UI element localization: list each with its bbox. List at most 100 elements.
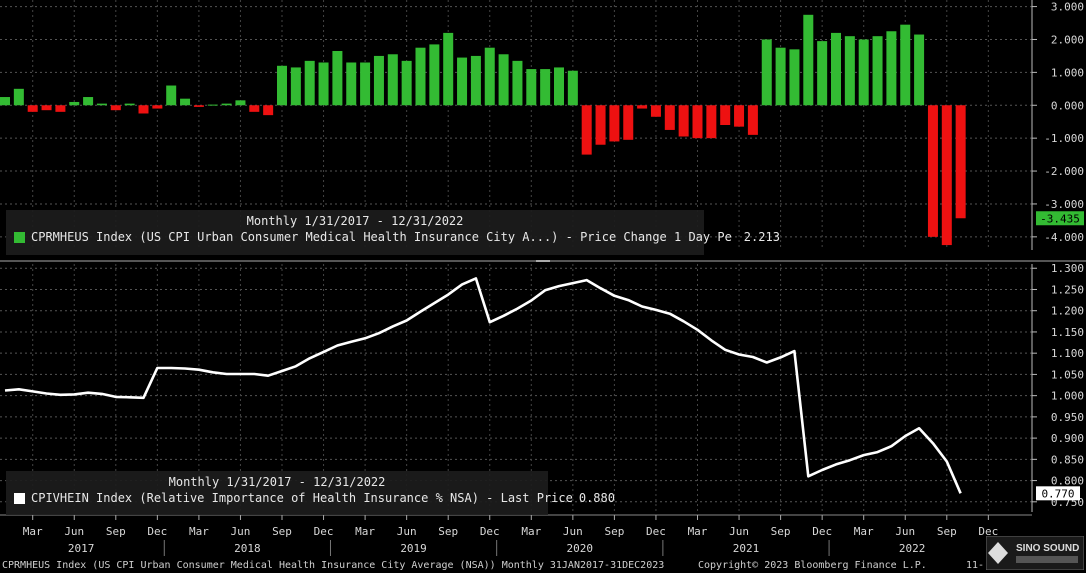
top-legend-period: Monthly 1/31/2017 - 12/31/2022 <box>246 214 464 228</box>
x-month-label: Sep <box>272 525 292 538</box>
top-legend-swatch <box>14 231 25 243</box>
bar <box>346 62 357 106</box>
x-month-label: Mar <box>23 525 43 538</box>
bar <box>360 62 371 106</box>
bottom-y-tick-label: 0.900 <box>1051 432 1084 445</box>
bar <box>789 49 800 106</box>
bottom-y-tick-label: 1.100 <box>1051 347 1084 360</box>
bar <box>180 98 191 106</box>
bar <box>692 105 703 139</box>
bar <box>540 69 551 106</box>
bar <box>207 104 218 106</box>
bar <box>512 60 523 106</box>
bar <box>720 105 731 125</box>
bar <box>13 88 24 106</box>
bar <box>429 44 440 106</box>
top-legend-series: CPRMHEUS Index (US CPI Urban Consumer Me… <box>31 230 732 244</box>
bottom-y-tick-label: 1.150 <box>1051 326 1084 339</box>
bar <box>0 97 10 106</box>
x-month-label: Dec <box>480 525 500 538</box>
top-y-tick-label: -2.000 <box>1044 165 1084 178</box>
bar <box>554 67 564 106</box>
bar <box>526 69 537 106</box>
x-month-label: Dec <box>812 525 832 538</box>
x-axis: Mar Jun Sep Dec Mar Jun Sep Dec Mar Jun Sep Dec Mar J… <box>0 514 1032 556</box>
bar <box>637 105 648 109</box>
bar <box>401 60 412 106</box>
x-month-label: Mar <box>189 525 209 538</box>
bar <box>387 54 398 106</box>
logo-text: SINO SOUND <box>1016 543 1079 554</box>
x-month-label: Mar <box>688 525 708 538</box>
bar <box>484 47 495 106</box>
bar <box>415 47 426 106</box>
bar <box>886 31 897 106</box>
bar <box>498 54 509 106</box>
x-month-label: Mar <box>854 525 874 538</box>
bar <box>664 105 675 130</box>
bar <box>277 65 287 106</box>
x-month-label: Jun <box>64 525 84 538</box>
bar <box>290 67 301 106</box>
bar <box>872 36 883 106</box>
top-y-tick-label: 3.000 <box>1051 1 1084 14</box>
bar <box>110 105 121 111</box>
bar <box>83 97 94 106</box>
x-year-label: 2017 <box>68 542 95 555</box>
bar <box>609 105 620 142</box>
bottom-y-tick-label: 0.850 <box>1051 453 1084 466</box>
bottom-y-tick-label: 1.250 <box>1051 283 1084 296</box>
x-month-label: Sep <box>604 525 624 538</box>
bar <box>373 55 384 106</box>
bar <box>27 105 38 112</box>
bar <box>249 105 260 112</box>
x-month-label: Jun <box>563 525 583 538</box>
x-month-label: Dec <box>314 525 334 538</box>
relative-importance-line <box>4 277 962 494</box>
bar <box>761 39 772 106</box>
footer-timestamp: 11- <box>966 560 985 571</box>
x-month-label: Mar <box>521 525 541 538</box>
bar <box>138 105 149 114</box>
bottom-y-tick-label: 0.950 <box>1051 411 1084 424</box>
bar <box>235 100 246 106</box>
bar <box>69 101 80 106</box>
x-month-label: Jun <box>729 525 749 538</box>
x-month-label: Mar <box>355 525 375 538</box>
bar <box>567 70 578 106</box>
bar <box>706 105 717 139</box>
bar <box>817 41 828 106</box>
bar <box>927 105 938 237</box>
bar <box>747 105 758 135</box>
bar <box>595 105 606 145</box>
footer: CPRMHEUS Index (US CPI Urban Consumer Me… <box>0 559 1086 573</box>
bottom-legend: Monthly 1/31/2017 - 12/31/2022 CPIVHEIN … <box>6 471 615 515</box>
top-last-value-label: -3.435 <box>1040 212 1080 225</box>
bottom-last-value-label: 0.770 <box>1041 487 1074 500</box>
bar <box>470 55 481 106</box>
top-y-tick-label: 0.000 <box>1051 99 1084 112</box>
top-y-tick-label: 2.000 <box>1051 33 1084 46</box>
bar <box>152 105 163 109</box>
bar <box>55 105 66 112</box>
bar <box>831 32 841 106</box>
bar <box>221 103 232 106</box>
bottom-y-tick-label: 1.200 <box>1051 305 1084 318</box>
bar <box>332 50 343 106</box>
x-month-label: Sep <box>438 525 458 538</box>
bar <box>678 105 689 137</box>
x-year-label: 2019 <box>400 542 427 555</box>
bottom-y-axis: 1.300 1.250 1.200 1.150 1.100 1.050 1.000 0.950… <box>1031 262 1084 512</box>
x-month-label: Sep <box>771 525 791 538</box>
bar <box>775 47 786 106</box>
bottom-legend-period: Monthly 1/31/2017 - 12/31/2022 <box>168 475 386 489</box>
top-legend-value: 2.213 <box>743 230 780 244</box>
bar <box>623 105 634 140</box>
x-month-label: Dec <box>646 525 666 538</box>
x-year-label: 2018 <box>234 542 261 555</box>
x-month-label: Jun <box>397 525 417 538</box>
bar <box>941 105 952 246</box>
bar <box>96 103 107 106</box>
bar <box>581 105 592 155</box>
top-y-tick-label: -3.000 <box>1044 198 1084 211</box>
